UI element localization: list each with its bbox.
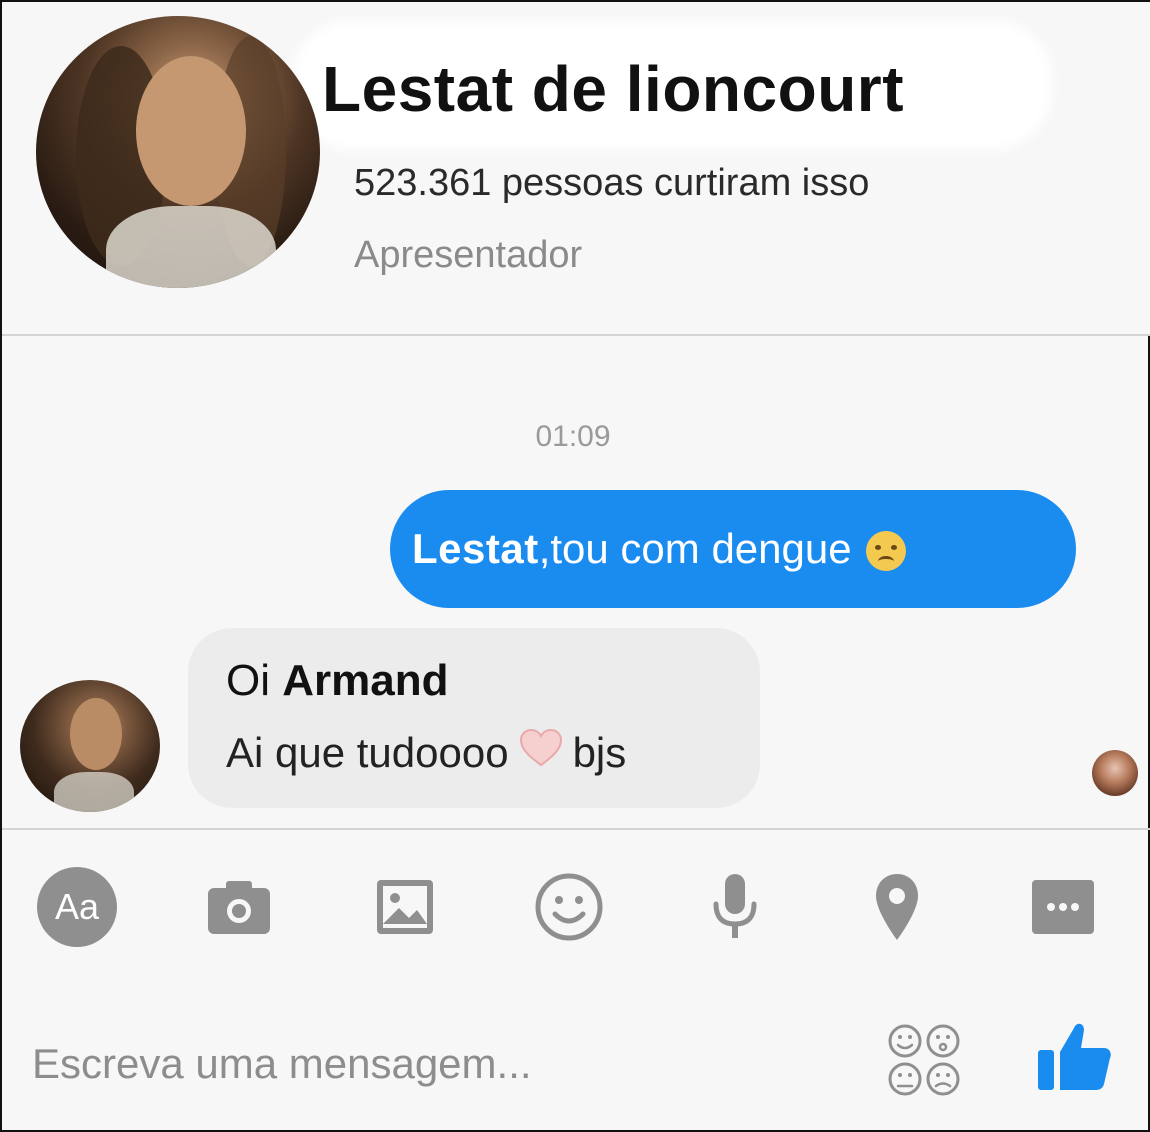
sad-face-icon xyxy=(865,531,906,571)
location-icon[interactable] xyxy=(852,862,942,952)
composer-divider xyxy=(2,828,1150,830)
thumbs-up-icon[interactable] xyxy=(1034,1016,1114,1096)
likes-count: 523.361 pessoas curtiram isso xyxy=(354,162,870,204)
received-message-bubble[interactable]: Oi Armand Ai que tudoooo bjs xyxy=(188,628,760,808)
profile-name[interactable]: Lestat de lioncourt xyxy=(322,52,904,126)
message-input[interactable] xyxy=(32,1034,852,1094)
sent-message-text: ,tou com dengue xyxy=(538,525,852,572)
profile-category: Apresentador xyxy=(354,234,583,276)
emoji-icon[interactable] xyxy=(524,862,614,952)
sent-message-name: Lestat xyxy=(412,525,539,572)
stickers-icon[interactable] xyxy=(886,1022,962,1098)
composer-toolbar: Aa xyxy=(2,862,1150,952)
more-icon[interactable] xyxy=(1018,862,1108,952)
image-icon[interactable] xyxy=(360,862,450,952)
contact-avatar[interactable] xyxy=(20,680,160,812)
heart-icon xyxy=(519,728,563,778)
header-divider xyxy=(2,334,1150,336)
received-message-line1: Oi Armand xyxy=(226,656,449,705)
microphone-icon[interactable] xyxy=(690,862,780,952)
sent-message-bubble[interactable]: Lestat ,tou com dengue xyxy=(390,490,1076,608)
seen-indicator-avatar xyxy=(1092,750,1138,796)
profile-avatar[interactable] xyxy=(36,16,320,288)
text-format-icon[interactable]: Aa xyxy=(32,862,122,952)
screen-frame: Lestat de lioncourt 523.361 pessoas curt… xyxy=(0,0,1150,1132)
message-timestamp: 01:09 xyxy=(535,420,611,453)
camera-icon[interactable] xyxy=(194,862,284,952)
received-message-line2: Ai que tudoooo bjs xyxy=(226,728,627,778)
profile-header: Lestat de lioncourt 523.361 pessoas curt… xyxy=(2,2,1150,334)
